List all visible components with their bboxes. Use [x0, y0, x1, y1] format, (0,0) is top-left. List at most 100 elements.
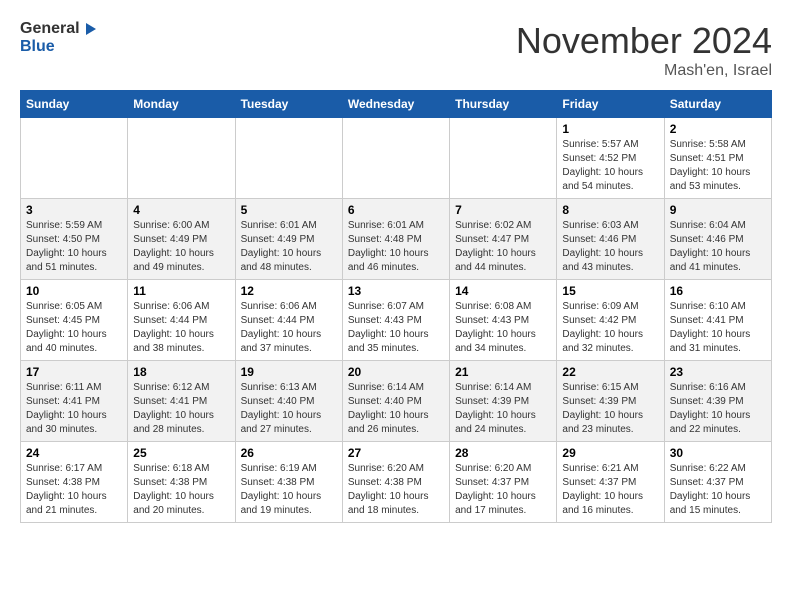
- day-cell: 25 Sunrise: 6:18 AMSunset: 4:38 PMDayligh…: [128, 442, 235, 523]
- day-cell: [128, 118, 235, 199]
- day-info: Sunrise: 6:13 AMSunset: 4:40 PMDaylight:…: [241, 381, 337, 437]
- day-cell: [235, 118, 342, 199]
- day-cell: 8 Sunrise: 6:03 AMSunset: 4:46 PMDaylight…: [557, 199, 664, 280]
- day-cell: 18Sunrise: 6:12 AMSunset: 4:41 PMDayligh…: [128, 361, 235, 442]
- day-number: 8: [562, 203, 658, 217]
- day-cell: 19Sunrise: 6:13 AMSunset: 4:40 PMDayligh…: [235, 361, 342, 442]
- week-row-5: 24 Sunrise: 6:17 AMSunset: 4:38 PMDayligh…: [21, 442, 772, 523]
- day-cell: 28 Sunrise: 6:20 AMSunset: 4:37 PMDayligh…: [450, 442, 557, 523]
- week-row-3: 10Sunrise: 6:05 AMSunset: 4:45 PMDayligh…: [21, 280, 772, 361]
- day-info: Sunrise: 6:17 AMSunset: 4:38 PMDaylight:…: [26, 462, 122, 518]
- day-number: 16: [670, 284, 766, 298]
- week-row-2: 3 Sunrise: 5:59 AMSunset: 4:50 PMDaylight…: [21, 199, 772, 280]
- day-number: 22: [562, 365, 658, 379]
- day-number: 11: [133, 284, 229, 298]
- logo-arrow-icon: [82, 20, 100, 38]
- day-number: 13: [348, 284, 444, 298]
- day-number: 3: [26, 203, 122, 217]
- day-cell: 3 Sunrise: 5:59 AMSunset: 4:50 PMDaylight…: [21, 199, 128, 280]
- day-info: Sunrise: 6:14 AMSunset: 4:40 PMDaylight:…: [348, 381, 444, 437]
- day-cell: 29 Sunrise: 6:21 AMSunset: 4:37 PMDayligh…: [557, 442, 664, 523]
- month-title: November 2024: [516, 20, 772, 62]
- day-number: 27: [348, 446, 444, 460]
- weekday-header-sunday: Sunday: [21, 91, 128, 118]
- day-info: Sunrise: 6:20 AMSunset: 4:37 PMDaylight:…: [455, 462, 551, 518]
- title-block: November 2024 Mash'en, Israel: [516, 20, 772, 80]
- weekday-header-wednesday: Wednesday: [342, 91, 449, 118]
- day-number: 23: [670, 365, 766, 379]
- day-info: Sunrise: 5:59 AMSunset: 4:50 PMDaylight:…: [26, 219, 122, 275]
- day-number: 26: [241, 446, 337, 460]
- day-cell: 12Sunrise: 6:06 AMSunset: 4:44 PMDayligh…: [235, 280, 342, 361]
- day-info: Sunrise: 6:00 AMSunset: 4:49 PMDaylight:…: [133, 219, 229, 275]
- day-info: Sunrise: 6:21 AMSunset: 4:37 PMDaylight:…: [562, 462, 658, 518]
- day-number: 14: [455, 284, 551, 298]
- day-info: Sunrise: 6:15 AMSunset: 4:39 PMDaylight:…: [562, 381, 658, 437]
- day-cell: 23 Sunrise: 6:16 AMSunset: 4:39 PMDayligh…: [664, 361, 771, 442]
- day-cell: 16 Sunrise: 6:10 AMSunset: 4:41 PMDayligh…: [664, 280, 771, 361]
- day-cell: 2Sunrise: 5:58 AMSunset: 4:51 PMDaylight…: [664, 118, 771, 199]
- day-info: Sunrise: 6:22 AMSunset: 4:37 PMDaylight:…: [670, 462, 766, 518]
- day-info: Sunrise: 6:06 AMSunset: 4:44 PMDaylight:…: [133, 300, 229, 356]
- weekday-header-tuesday: Tuesday: [235, 91, 342, 118]
- day-cell: 9 Sunrise: 6:04 AMSunset: 4:46 PMDaylight…: [664, 199, 771, 280]
- weekday-header-monday: Monday: [128, 91, 235, 118]
- day-number: 28: [455, 446, 551, 460]
- weekday-header-friday: Friday: [557, 91, 664, 118]
- day-number: 15: [562, 284, 658, 298]
- day-cell: [21, 118, 128, 199]
- day-cell: 14 Sunrise: 6:08 AMSunset: 4:43 PMDayligh…: [450, 280, 557, 361]
- day-cell: 4Sunrise: 6:00 AMSunset: 4:49 PMDaylight…: [128, 199, 235, 280]
- week-row-4: 17 Sunrise: 6:11 AMSunset: 4:41 PMDayligh…: [21, 361, 772, 442]
- day-info: Sunrise: 6:03 AMSunset: 4:46 PMDaylight:…: [562, 219, 658, 275]
- weekday-header-saturday: Saturday: [664, 91, 771, 118]
- day-info: Sunrise: 6:01 AMSunset: 4:48 PMDaylight:…: [348, 219, 444, 275]
- day-info: Sunrise: 6:08 AMSunset: 4:43 PMDaylight:…: [455, 300, 551, 356]
- day-info: Sunrise: 6:11 AMSunset: 4:41 PMDaylight:…: [26, 381, 122, 437]
- day-info: Sunrise: 6:02 AMSunset: 4:47 PMDaylight:…: [455, 219, 551, 275]
- day-cell: 22 Sunrise: 6:15 AMSunset: 4:39 PMDayligh…: [557, 361, 664, 442]
- day-number: 18: [133, 365, 229, 379]
- day-number: 29: [562, 446, 658, 460]
- day-cell: 5 Sunrise: 6:01 AMSunset: 4:49 PMDaylight…: [235, 199, 342, 280]
- day-info: Sunrise: 5:57 AMSunset: 4:52 PMDaylight:…: [562, 138, 658, 194]
- day-info: Sunrise: 6:09 AMSunset: 4:42 PMDaylight:…: [562, 300, 658, 356]
- day-cell: 7 Sunrise: 6:02 AMSunset: 4:47 PMDaylight…: [450, 199, 557, 280]
- page-header: General Blue November 2024 Mash'en, Isra…: [20, 20, 772, 80]
- day-info: Sunrise: 6:10 AMSunset: 4:41 PMDaylight:…: [670, 300, 766, 356]
- calendar-table: SundayMondayTuesdayWednesdayThursdayFrid…: [20, 90, 772, 523]
- day-cell: 27 Sunrise: 6:20 AMSunset: 4:38 PMDayligh…: [342, 442, 449, 523]
- day-number: 25: [133, 446, 229, 460]
- day-number: 5: [241, 203, 337, 217]
- day-info: Sunrise: 5:58 AMSunset: 4:51 PMDaylight:…: [670, 138, 766, 194]
- day-number: 1: [562, 122, 658, 136]
- day-cell: 6 Sunrise: 6:01 AMSunset: 4:48 PMDaylight…: [342, 199, 449, 280]
- day-info: Sunrise: 6:14 AMSunset: 4:39 PMDaylight:…: [455, 381, 551, 437]
- day-number: 6: [348, 203, 444, 217]
- day-number: 24: [26, 446, 122, 460]
- day-cell: [342, 118, 449, 199]
- day-info: Sunrise: 6:05 AMSunset: 4:45 PMDaylight:…: [26, 300, 122, 356]
- day-cell: 26Sunrise: 6:19 AMSunset: 4:38 PMDayligh…: [235, 442, 342, 523]
- day-number: 17: [26, 365, 122, 379]
- day-cell: 21Sunrise: 6:14 AMSunset: 4:39 PMDayligh…: [450, 361, 557, 442]
- day-info: Sunrise: 6:07 AMSunset: 4:43 PMDaylight:…: [348, 300, 444, 356]
- day-info: Sunrise: 6:04 AMSunset: 4:46 PMDaylight:…: [670, 219, 766, 275]
- weekday-header-thursday: Thursday: [450, 91, 557, 118]
- day-number: 7: [455, 203, 551, 217]
- day-number: 20: [348, 365, 444, 379]
- day-cell: [450, 118, 557, 199]
- day-info: Sunrise: 6:20 AMSunset: 4:38 PMDaylight:…: [348, 462, 444, 518]
- day-number: 9: [670, 203, 766, 217]
- day-cell: 24 Sunrise: 6:17 AMSunset: 4:38 PMDayligh…: [21, 442, 128, 523]
- day-info: Sunrise: 6:18 AMSunset: 4:38 PMDaylight:…: [133, 462, 229, 518]
- logo-blue-text: Blue: [20, 38, 100, 56]
- day-number: 30: [670, 446, 766, 460]
- day-cell: 20 Sunrise: 6:14 AMSunset: 4:40 PMDayligh…: [342, 361, 449, 442]
- day-info: Sunrise: 6:06 AMSunset: 4:44 PMDaylight:…: [241, 300, 337, 356]
- day-cell: 10Sunrise: 6:05 AMSunset: 4:45 PMDayligh…: [21, 280, 128, 361]
- day-info: Sunrise: 6:16 AMSunset: 4:39 PMDaylight:…: [670, 381, 766, 437]
- day-info: Sunrise: 6:01 AMSunset: 4:49 PMDaylight:…: [241, 219, 337, 275]
- weekday-header-row: SundayMondayTuesdayWednesdayThursdayFrid…: [21, 91, 772, 118]
- logo-general-text: General: [20, 20, 80, 38]
